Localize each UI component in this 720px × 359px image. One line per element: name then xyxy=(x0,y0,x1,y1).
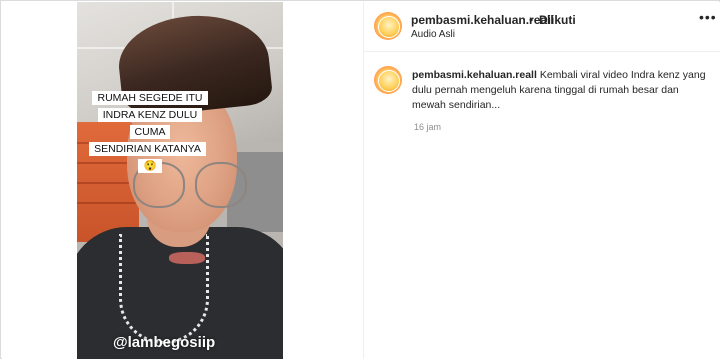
author-avatar[interactable] xyxy=(374,12,402,40)
video-caption-line: SENDIRIAN KATANYA 😲 xyxy=(89,142,206,173)
video-watermark: @lambegosiip xyxy=(113,334,216,351)
video-caption-overlay: RUMAH SEGEDE ITU INDRA KENZ DULU CUMA SE… xyxy=(85,90,215,175)
commenter-avatar[interactable] xyxy=(374,66,402,94)
header-separator: • xyxy=(529,13,534,27)
left-gutter xyxy=(2,2,77,359)
caption-timestamp[interactable]: 16 jam xyxy=(414,122,441,132)
post-video[interactable]: RUMAH SEGEDE ITU INDRA KENZ DULU CUMA SE… xyxy=(77,2,283,359)
post-side-panel: pembasmi.kehaluan.reall • Diikuti Audio … xyxy=(363,2,720,359)
video-caption-line: RUMAH SEGEDE ITU xyxy=(92,91,208,105)
right-gutter xyxy=(283,2,363,359)
audio-link[interactable]: Audio Asli xyxy=(411,29,455,40)
video-caption-line: INDRA KENZ DULU CUMA xyxy=(97,108,203,139)
follow-status-button[interactable]: Diikuti xyxy=(539,13,576,27)
post-modal: RUMAH SEGEDE ITU INDRA KENZ DULU CUMA SE… xyxy=(0,0,720,359)
more-options-icon[interactable]: ••• xyxy=(699,10,716,24)
post-header: pembasmi.kehaluan.reall • Diikuti Audio … xyxy=(364,2,720,52)
video-sofa-stripe xyxy=(77,202,139,204)
video-person-chain xyxy=(119,234,209,344)
commenter-username-link[interactable]: pembasmi.kehaluan.reall xyxy=(412,69,537,81)
caption-text-block: pembasmi.kehaluan.reall Kembali viral vi… xyxy=(412,68,712,113)
